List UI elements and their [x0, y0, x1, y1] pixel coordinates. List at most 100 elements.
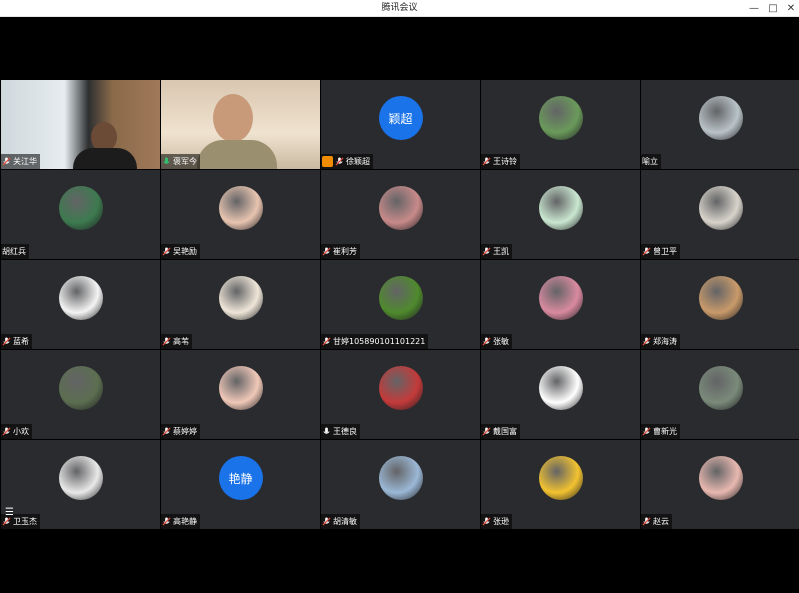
participant-avatar — [698, 456, 743, 500]
participant-name: 曹新光 — [653, 427, 677, 436]
mic-muted-icon — [322, 247, 331, 256]
participant-tile[interactable]: 郑海涛 — [641, 260, 799, 349]
participant-tile[interactable]: 关江华 — [1, 80, 160, 169]
participant-tile[interactable]: 喻立 — [641, 80, 799, 169]
participant-name-bar: 高艳静 — [161, 514, 200, 529]
close-button[interactable]: ✕ — [781, 0, 799, 16]
minimize-button[interactable]: — — [744, 0, 764, 16]
participant-name: 王德良 — [333, 427, 357, 436]
mic-muted-icon — [2, 517, 11, 526]
participant-name-bar: 张逊 — [481, 514, 512, 529]
participant-list-icon[interactable]: ☰ — [5, 507, 14, 518]
participant-name-bar: 王凯 — [481, 244, 512, 259]
participant-name-bar: 曹新光 — [641, 424, 680, 439]
participant-tile[interactable]: 王凯 — [481, 170, 640, 259]
participant-name: 赵云 — [653, 517, 669, 526]
window-title: 腾讯会议 — [381, 3, 418, 13]
participant-tile[interactable]: 艳静 高艳静 — [161, 440, 320, 529]
mic-muted-icon — [162, 247, 171, 256]
participant-name: 崔利芳 — [333, 247, 357, 256]
participant-name-bar: 戴国富 — [481, 424, 520, 439]
mic-muted-icon — [642, 427, 651, 436]
participant-name-bar: 吴艳励 — [161, 244, 200, 259]
participant-avatar — [538, 96, 583, 140]
participant-name: 关江华 — [13, 157, 37, 166]
participant-tile[interactable]: 曹新光 — [641, 350, 799, 439]
participant-tile[interactable]: 胡清敏 — [321, 440, 480, 529]
mic-muted-icon — [642, 337, 651, 346]
bottom-area — [0, 530, 799, 593]
mic-muted-icon — [2, 427, 11, 436]
participant-name-bar: 喻立 — [641, 154, 661, 169]
participant-tile[interactable]: 蓝希 — [1, 260, 160, 349]
participant-tile[interactable]: 颖超徐颖超 — [321, 80, 480, 169]
participant-avatar — [538, 456, 583, 500]
mic-muted-icon — [162, 337, 171, 346]
participant-tile[interactable]: 赵云 — [641, 440, 799, 529]
participant-avatar — [698, 186, 743, 230]
participant-name-bar: 徐颖超 — [321, 154, 373, 169]
participant-name: 蔡婷婷 — [173, 427, 197, 436]
participant-name-bar: 高苇 — [161, 334, 192, 349]
participant-tile[interactable]: 张逊 — [481, 440, 640, 529]
participant-tile[interactable]: 戴国富 — [481, 350, 640, 439]
participant-name-bar: 郑海涛 — [641, 334, 680, 349]
participant-name-bar: 崔利芳 — [321, 244, 360, 259]
mic-muted-icon — [2, 337, 11, 346]
participant-name: 徐颖超 — [346, 157, 370, 166]
participant-avatar — [58, 186, 103, 230]
participant-name-bar: 褒军今 — [161, 154, 200, 169]
participant-tile[interactable]: 张敏 — [481, 260, 640, 349]
mic-on-icon — [162, 157, 171, 166]
participant-avatar — [698, 96, 743, 140]
participant-avatar — [698, 276, 743, 320]
participant-tile[interactable]: 吴艳励 — [161, 170, 320, 259]
mic-muted-icon — [482, 337, 491, 346]
participant-avatar — [538, 276, 583, 320]
participant-name-bar: 王德良 — [321, 424, 360, 439]
participant-avatar — [378, 186, 423, 230]
participant-avatar — [698, 366, 743, 410]
mic-muted-icon — [482, 427, 491, 436]
participant-name-bar: 蔡婷婷 — [161, 424, 200, 439]
participant-grid: 关江华 褒军今 颖超 徐颖超 王诗铃 喻立 胡红兵 吴艳励 崔利芳 王凯 曾卫平 蓝希 高苇 甘婷1058… — [1, 80, 799, 530]
participant-tile[interactable]: 胡红兵 — [1, 170, 160, 259]
participant-tile[interactable]: 王诗铃 — [481, 80, 640, 169]
maximize-button[interactable]: □ — [763, 0, 783, 16]
participant-avatar — [378, 456, 423, 500]
participant-avatar: 颖超 — [378, 96, 423, 140]
participant-name-bar: 甘婷105890101101221 — [321, 334, 429, 349]
participant-tile[interactable]: 高苇 — [161, 260, 320, 349]
participant-name: 高苇 — [173, 337, 189, 346]
participant-name: 郑海涛 — [653, 337, 677, 346]
mic-muted-icon — [642, 247, 651, 256]
participant-name-bar: 小欢 — [1, 424, 32, 439]
participant-tile[interactable]: 曾卫平 — [641, 170, 799, 259]
person-silhouette — [213, 94, 253, 142]
mic-muted-icon — [322, 337, 331, 346]
participant-name-bar: 关江华 — [1, 154, 40, 169]
mic-muted-icon — [482, 247, 491, 256]
participant-tile[interactable]: 王德良 — [321, 350, 480, 439]
participant-name: 褒军今 — [173, 157, 197, 166]
participant-tile[interactable]: 甘婷105890101101221 — [321, 260, 480, 349]
participant-name: 喻立 — [642, 157, 658, 166]
participant-name-bar: 胡红兵 — [1, 244, 29, 259]
participant-avatar — [58, 456, 103, 500]
participant-name: 吴艳励 — [173, 247, 197, 256]
participant-tile[interactable]: 褒军今 — [161, 80, 320, 169]
participant-tile[interactable]: 崔利芳 — [321, 170, 480, 259]
participant-name: 戴国富 — [493, 427, 517, 436]
mic-muted-icon — [162, 517, 171, 526]
participant-name-bar: 胡清敏 — [321, 514, 360, 529]
participant-tile[interactable]: 蔡婷婷 — [161, 350, 320, 439]
participant-avatar — [58, 366, 103, 410]
participant-name: 张逊 — [493, 517, 509, 526]
participant-tile[interactable]: 小欢 — [1, 350, 160, 439]
mic-muted-icon — [162, 427, 171, 436]
participant-tile[interactable]: 卫玉杰 — [1, 440, 160, 529]
title-bar: 腾讯会议 — □ ✕ — [0, 0, 799, 17]
participant-avatar — [58, 276, 103, 320]
person-body — [73, 148, 137, 169]
participant-name: 胡清敏 — [333, 517, 357, 526]
